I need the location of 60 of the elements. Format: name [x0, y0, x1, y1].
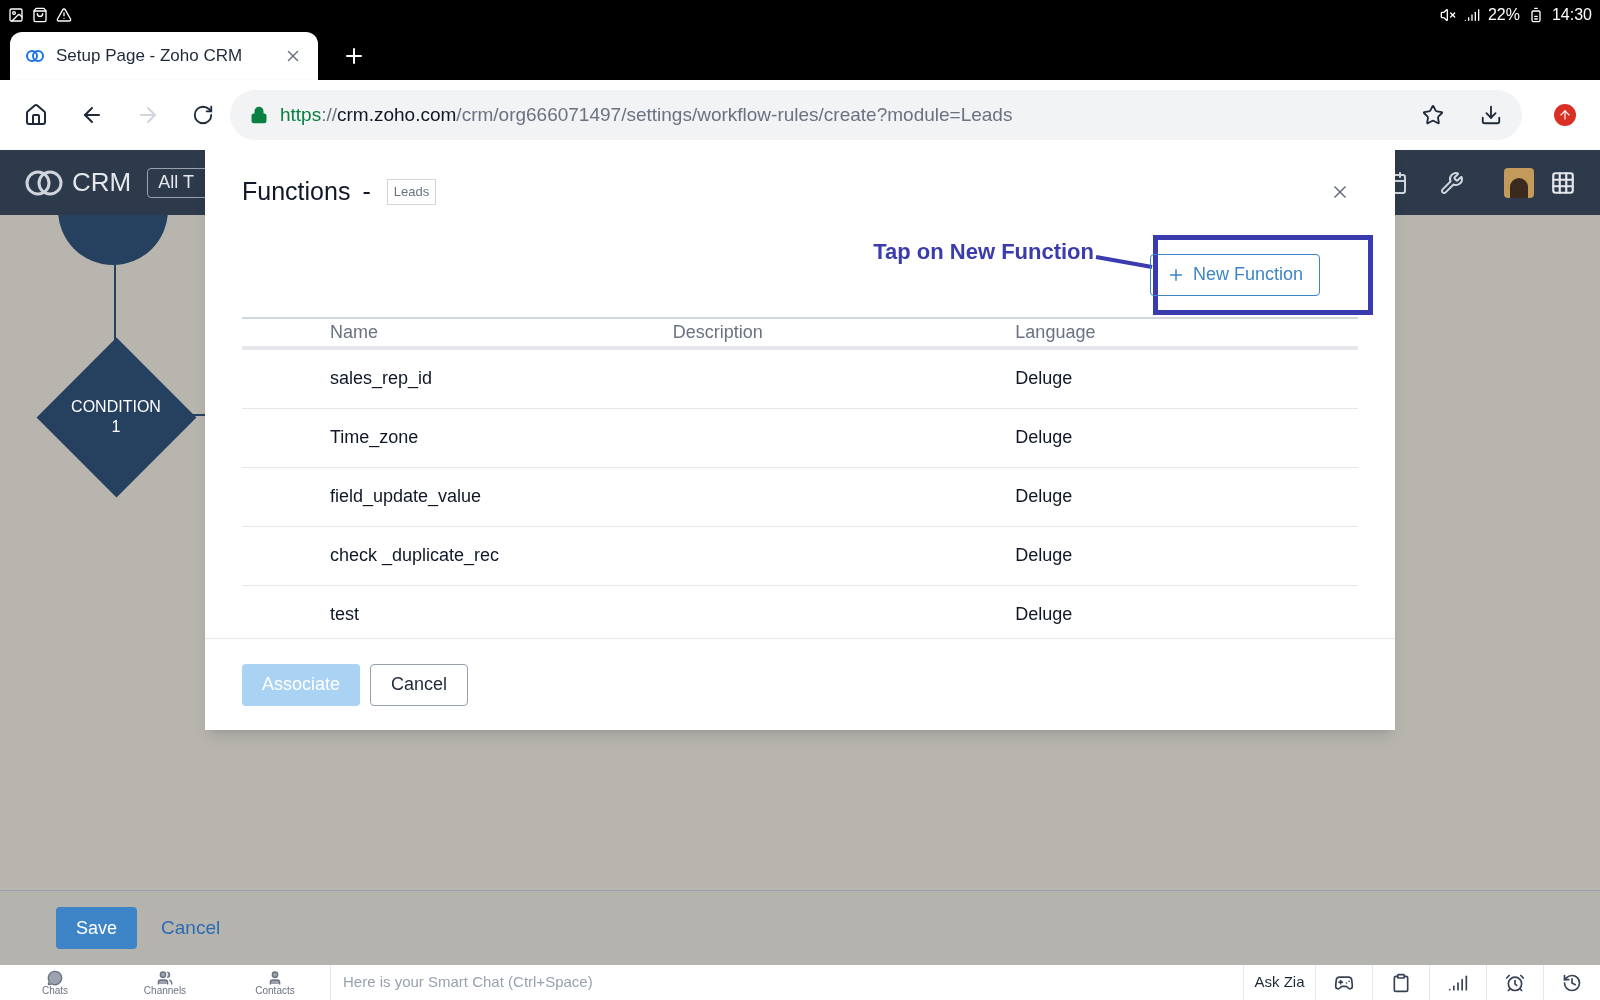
- mute-icon: [1439, 7, 1456, 23]
- url-text: https://crm.zoho.com/crm/org666071497/settings/workflow-rules/create?module=Leads: [280, 102, 1014, 127]
- bag-icon: [32, 7, 48, 23]
- smart-chat-field[interactable]: Here is your Smart Chat (Ctrl+Space): [330, 965, 1243, 1000]
- chat-bar-item[interactable]: Chats: [0, 965, 110, 1000]
- table-cell: field_update_value: [330, 486, 482, 506]
- address-bar[interactable]: https://crm.zoho.com/crm/org666071497/settings/workflow-rules/create?module=Leads: [230, 90, 1522, 140]
- function-row[interactable]: field_update_value Deluge: [242, 467, 1358, 527]
- title-separator: -: [362, 176, 371, 207]
- lock-icon: [250, 106, 268, 124]
- apps-icon[interactable]: [1550, 169, 1576, 196]
- home-icon[interactable]: [24, 103, 48, 127]
- chat-bar-item[interactable]: Contacts: [220, 965, 330, 1000]
- table-cell: Deluge: [1015, 545, 1073, 565]
- leader-line: [1095, 254, 1153, 269]
- chat-icon: [47, 969, 63, 986]
- clipboard-icon[interactable]: [1391, 972, 1411, 993]
- update-icon[interactable]: [1554, 104, 1576, 126]
- logo-icon: [26, 49, 44, 63]
- avatar[interactable]: [1504, 167, 1534, 198]
- table-cell: Deluge: [1015, 486, 1073, 506]
- table-cell: check _duplicate_rec: [330, 545, 500, 565]
- column-header: Description: [672, 321, 763, 342]
- table-cell: Time_zone: [330, 427, 419, 447]
- reload-icon[interactable]: [192, 104, 214, 126]
- history-icon[interactable]: [1562, 972, 1582, 993]
- download-icon[interactable]: [1480, 104, 1502, 126]
- clock: 14:30: [1551, 5, 1592, 25]
- function-row[interactable]: Time_zone Deluge: [242, 408, 1358, 468]
- logo-icon: [24, 169, 64, 196]
- star-icon[interactable]: [1422, 104, 1444, 126]
- ask-zia-button[interactable]: Ask Zia: [1243, 965, 1315, 1000]
- signal-icon: [1463, 7, 1480, 23]
- warning-icon: [56, 7, 72, 23]
- function-row[interactable]: sales_rep_id Deluge: [242, 349, 1358, 409]
- person-icon: [267, 969, 283, 986]
- save-button[interactable]: Save: [56, 907, 138, 949]
- browser-tab[interactable]: Setup Page - Zoho CRM: [10, 32, 318, 80]
- cancel-button[interactable]: Cancel: [370, 663, 469, 706]
- alarm-icon[interactable]: [1505, 972, 1525, 993]
- condition-label: CONDITION 1: [71, 397, 161, 437]
- table-cell: Deluge: [1015, 604, 1073, 624]
- table-cell: sales_rep_id: [330, 368, 433, 388]
- tab-title: Setup Page - Zoho CRM: [56, 45, 244, 68]
- image-icon: [8, 7, 24, 23]
- table-cell: Deluge: [1015, 427, 1073, 447]
- table-cell: Deluge: [1015, 368, 1073, 388]
- column-header: Name: [330, 321, 378, 342]
- function-row[interactable]: test Deluge: [242, 585, 1358, 638]
- battery-percent: 22%: [1487, 5, 1520, 25]
- annotation-text: Tap on New Function: [873, 237, 1094, 266]
- module-badge: Leads: [386, 179, 437, 205]
- function-row[interactable]: check _duplicate_rec Deluge: [242, 526, 1358, 586]
- tools-icon[interactable]: [1440, 170, 1464, 195]
- chat-bar-item[interactable]: Channels: [110, 965, 220, 1000]
- table-cell: test: [330, 604, 359, 624]
- column-header: Language: [1015, 321, 1096, 342]
- people-icon: [157, 969, 173, 986]
- new-function-button[interactable]: New Function: [1149, 253, 1320, 296]
- app-logo-text: CRM: [72, 166, 132, 199]
